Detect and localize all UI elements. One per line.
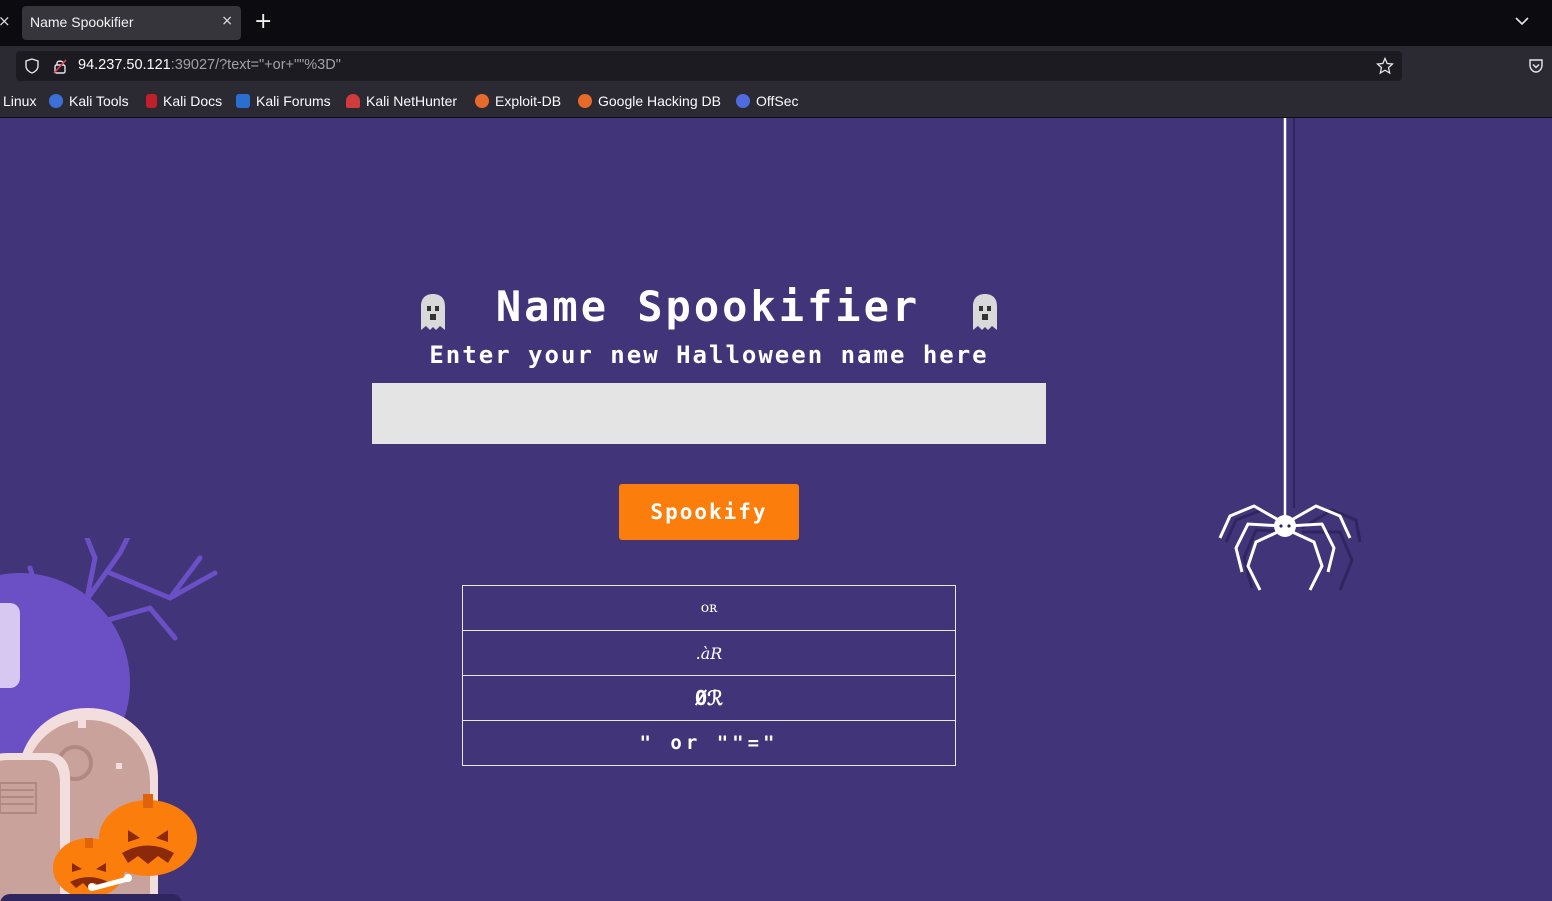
spider-illustration [1218, 118, 1362, 591]
url-bar[interactable]: 94.237.50.121:39027/?text="+or+""%3D" [16, 51, 1402, 81]
url-text[interactable]: 94.237.50.121:39027/?text="+or+""%3D" [78, 57, 341, 73]
bookmark-label: Exploit-DB [495, 93, 562, 109]
bookmark-kali-nethunter[interactable]: Kali NetHunter [346, 93, 457, 109]
bookmark-label: Kali NetHunter [366, 93, 458, 109]
graveyard-illustration [0, 538, 218, 901]
ghost-icon [973, 294, 997, 330]
tab-name-spookifier[interactable]: Name Spookifier × [22, 6, 241, 40]
page-content: Name Spookifier Enter your new Halloween… [0, 118, 1552, 901]
bookmark-label: Google Hacking DB [598, 93, 721, 109]
kali-forums-icon [236, 94, 250, 108]
bookmark-star-icon[interactable] [1376, 57, 1394, 75]
bookmark-kali-forums[interactable]: Kali Forums [236, 93, 331, 109]
name-input[interactable] [372, 383, 1046, 444]
result-cell: Øℛ [462, 675, 956, 721]
exploit-db-icon [475, 94, 489, 108]
bookmark-label: Kali Tools [69, 93, 129, 109]
new-tab-button[interactable]: + [254, 9, 272, 35]
list-all-tabs-icon[interactable] [1512, 11, 1532, 31]
bookmark-linux[interactable]: Linux [3, 93, 36, 109]
lock-insecure-icon[interactable] [52, 58, 68, 74]
pocket-icon[interactable] [1528, 58, 1544, 74]
bookmark-exploit-db[interactable]: Exploit-DB [475, 93, 561, 109]
result-cell: .àR [462, 630, 956, 676]
bookmark-label: OffSec [756, 93, 799, 109]
previous-tab-close-icon[interactable]: × [0, 12, 11, 30]
kali-docs-icon [146, 94, 157, 108]
page-title: Name Spookifier [495, 282, 921, 331]
kali-tools-icon [49, 94, 63, 108]
bookmark-google-hacking-db[interactable]: Google Hacking DB [578, 93, 721, 109]
ghdb-icon [578, 94, 592, 108]
results-table: ᴏʀ .àR Øℛ " or ""=" [462, 585, 956, 766]
url-host: 94.237.50.121 [78, 57, 171, 73]
bookmark-label: Linux [3, 93, 37, 109]
url-path: :39027/?text="+or+""%3D" [170, 57, 341, 73]
result-cell: ᴏʀ [462, 585, 956, 631]
navigation-bar: 94.237.50.121:39027/?text="+or+""%3D" [0, 46, 1552, 86]
result-cell: " or ""=" [462, 720, 956, 766]
table-row: " or ""=" [462, 720, 956, 766]
nethunter-icon [346, 94, 360, 108]
bookmark-kali-tools[interactable]: Kali Tools [49, 93, 129, 109]
table-row: ᴏʀ [462, 585, 956, 631]
bookmark-offsec[interactable]: OffSec [736, 93, 799, 109]
bookmark-kali-docs[interactable]: Kali Docs [146, 93, 222, 109]
tab-bar: × Name Spookifier × + [0, 0, 1552, 46]
offsec-icon [736, 94, 750, 108]
tab-close-icon[interactable]: × [221, 13, 233, 29]
shield-icon[interactable] [24, 58, 40, 74]
tab-title: Name Spookifier [30, 14, 134, 30]
page-subtitle: Enter your new Halloween name here [429, 341, 989, 369]
bookmark-label: Kali Forums [256, 93, 331, 109]
bookmarks-toolbar: Linux Kali Tools Kali Docs Kali Forums K… [0, 86, 1552, 118]
table-row: Øℛ [462, 675, 956, 721]
bookmark-label: Kali Docs [163, 93, 223, 109]
table-row: .àR [462, 630, 956, 676]
spookify-button[interactable]: Spookify [619, 484, 799, 540]
